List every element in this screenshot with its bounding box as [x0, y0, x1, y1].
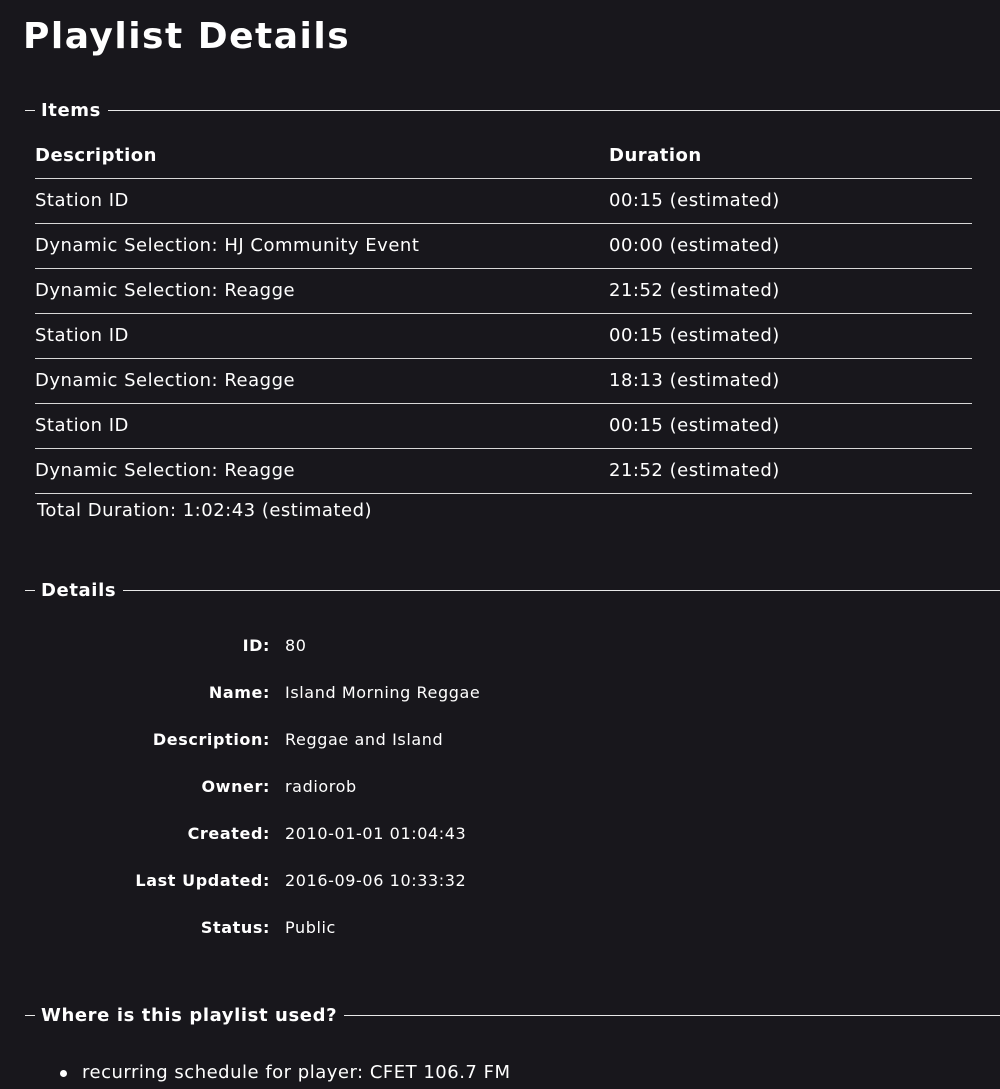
- detail-label: Created:: [187, 824, 270, 843]
- usage-item-text: recurring schedule for player: CFET 106.…: [82, 1062, 511, 1083]
- items-legend-label: Items: [41, 99, 101, 121]
- detail-value: Island Morning Reggae: [285, 683, 481, 702]
- legend-dash: [25, 589, 35, 591]
- total-duration: Total Duration: 1:02:43 (estimated): [37, 500, 373, 521]
- legend-rule: [123, 589, 1000, 591]
- detail-label: Description:: [152, 730, 270, 749]
- table-row: Dynamic Selection: Reagge 18:13 (estimat…: [35, 359, 972, 404]
- column-header-duration: Duration: [609, 145, 702, 166]
- usage-legend-label: Where is this playlist used?: [41, 1004, 338, 1026]
- items-table: Description Duration Station ID 00:15 (e…: [35, 134, 972, 494]
- detail-label: Last Updated:: [135, 871, 270, 890]
- detail-row-name: Name: Island Morning Reggae: [0, 683, 1000, 730]
- detail-label: Name:: [208, 683, 270, 702]
- item-description: Station ID: [35, 415, 129, 436]
- table-header-row: Description Duration: [35, 134, 972, 179]
- list-item: recurring schedule for player: CFET 106.…: [60, 1061, 511, 1085]
- detail-value: 2016-09-06 10:33:32: [285, 871, 467, 890]
- bullet-icon: [60, 1070, 67, 1077]
- detail-row-id: ID: 80: [0, 636, 1000, 683]
- detail-label: Status:: [200, 918, 270, 937]
- table-row: Dynamic Selection: HJ Community Event 00…: [35, 224, 972, 269]
- item-duration: 00:15 (estimated): [609, 415, 780, 436]
- detail-value: 2010-01-01 01:04:43: [285, 824, 467, 843]
- detail-label: ID:: [242, 636, 270, 655]
- item-duration: 21:52 (estimated): [609, 280, 780, 301]
- detail-value: 80: [285, 636, 307, 655]
- detail-value: Reggae and Island: [285, 730, 444, 749]
- table-row: Station ID 00:15 (estimated): [35, 404, 972, 449]
- usage-section-legend: Where is this playlist used?: [25, 1004, 1000, 1026]
- item-description: Station ID: [35, 190, 129, 211]
- detail-row-status: Status: Public: [0, 918, 1000, 965]
- table-row: Dynamic Selection: Reagge 21:52 (estimat…: [35, 269, 972, 314]
- item-duration: 00:15 (estimated): [609, 190, 780, 211]
- items-section-legend: Items: [25, 99, 1000, 121]
- table-row: Station ID 00:15 (estimated): [35, 179, 972, 224]
- legend-rule: [107, 109, 1000, 111]
- detail-value: Public: [285, 918, 336, 937]
- item-description: Dynamic Selection: Reagge: [35, 280, 296, 301]
- details-section-legend: Details: [25, 579, 1000, 601]
- detail-row-created: Created: 2010-01-01 01:04:43: [0, 824, 1000, 871]
- item-description: Dynamic Selection: HJ Community Event: [35, 235, 420, 256]
- legend-dash: [25, 1014, 35, 1016]
- detail-row-owner: Owner: radiorob: [0, 777, 1000, 824]
- item-description: Dynamic Selection: Reagge: [35, 370, 296, 391]
- detail-label: Owner:: [201, 777, 270, 796]
- detail-value: radiorob: [285, 777, 357, 796]
- legend-dash: [25, 109, 35, 111]
- table-row: Station ID 00:15 (estimated): [35, 314, 972, 359]
- item-duration: 00:00 (estimated): [609, 235, 780, 256]
- item-duration: 21:52 (estimated): [609, 460, 780, 481]
- details-legend-label: Details: [41, 579, 117, 601]
- item-duration: 18:13 (estimated): [609, 370, 780, 391]
- page-title: Playlist Details: [23, 16, 351, 57]
- detail-row-last-updated: Last Updated: 2016-09-06 10:33:32: [0, 871, 1000, 918]
- detail-row-description: Description: Reggae and Island: [0, 730, 1000, 777]
- usage-list: recurring schedule for player: CFET 106.…: [60, 1061, 511, 1085]
- item-duration: 00:15 (estimated): [609, 325, 780, 346]
- item-description: Station ID: [35, 325, 129, 346]
- details-list: ID: 80 Name: Island Morning Reggae Descr…: [0, 636, 1000, 965]
- table-row: Dynamic Selection: Reagge 21:52 (estimat…: [35, 449, 972, 494]
- column-header-description: Description: [35, 145, 157, 166]
- legend-rule: [344, 1014, 1000, 1016]
- item-description: Dynamic Selection: Reagge: [35, 460, 296, 481]
